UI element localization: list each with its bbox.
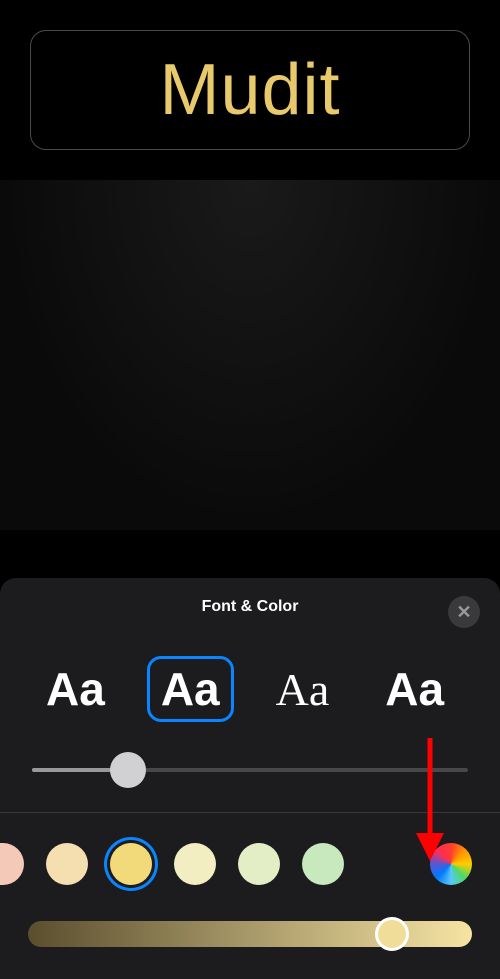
color-brightness-slider[interactable] (28, 919, 472, 949)
font-color-sheet: Font & Color ✕ Aa Aa Aa Aa (0, 578, 500, 979)
size-slider-thumb[interactable] (110, 752, 146, 788)
font-row: Aa Aa Aa Aa (32, 656, 468, 722)
name-text: Mudit (51, 49, 449, 131)
color-swatch-4[interactable] (174, 843, 216, 885)
color-swatch-5[interactable] (238, 843, 280, 885)
font-option-1[interactable]: Aa (32, 656, 119, 722)
color-swatch-row (28, 843, 472, 885)
background-texture (0, 180, 500, 530)
sheet-header: Font & Color ✕ (0, 598, 500, 636)
close-button[interactable]: ✕ (448, 596, 480, 628)
color-swatch-2[interactable] (46, 843, 88, 885)
color-swatch-1[interactable] (0, 843, 24, 885)
font-size-slider[interactable] (32, 752, 468, 788)
sheet-title: Font & Color (202, 598, 299, 616)
name-preview-box[interactable]: Mudit (30, 30, 470, 150)
font-option-3[interactable]: Aa (262, 657, 344, 722)
color-picker-button[interactable] (430, 843, 472, 885)
close-icon: ✕ (456, 603, 471, 621)
color-section (0, 813, 500, 979)
preview-area: Mudit (0, 0, 500, 150)
color-swatch-6[interactable] (302, 843, 344, 885)
font-option-4[interactable]: Aa (371, 656, 458, 722)
brightness-slider-thumb[interactable] (375, 917, 409, 951)
font-option-2[interactable]: Aa (147, 656, 234, 722)
font-section: Aa Aa Aa Aa (0, 636, 500, 812)
color-swatch-3[interactable] (110, 843, 152, 885)
